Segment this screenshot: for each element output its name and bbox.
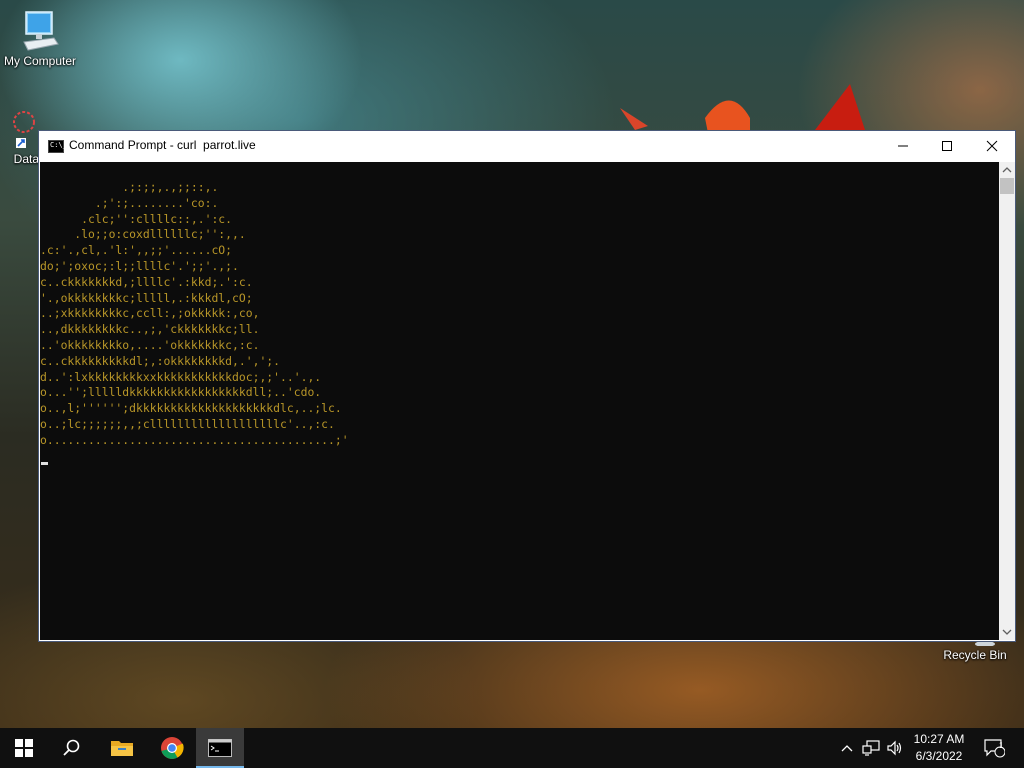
search-icon — [63, 739, 80, 756]
clock-date: 6/3/2022 — [915, 749, 963, 763]
chrome-icon — [161, 737, 184, 759]
minimize-icon — [898, 145, 908, 147]
taskbar: 10:27 AM 6/3/2022 1 — [0, 728, 1024, 768]
desktop-icon-label: My Computer — [3, 54, 77, 68]
console-output[interactable]: .;:;;,.,;;::,. .;':;........'co:. .clc;'… — [40, 162, 999, 640]
title-bar[interactable]: C:\_ Command Prompt - curl parrot.live — [39, 131, 1015, 161]
volume-icon — [887, 740, 902, 756]
cmd-icon — [208, 739, 232, 757]
windows-icon — [15, 739, 33, 757]
cmd-icon: C:\_ — [48, 140, 67, 153]
file-explorer-button[interactable] — [98, 728, 146, 768]
minimize-button[interactable] — [880, 131, 926, 161]
desktop-icon-my-computer[interactable]: My Computer — [0, 10, 80, 68]
wallpaper-flower-icon — [620, 84, 865, 133]
action-center-button[interactable]: 1 — [978, 728, 1010, 768]
command-prompt-window[interactable]: C:\_ Command Prompt - curl parrot.live .… — [38, 130, 1016, 642]
notification-count: 1 — [999, 741, 1004, 750]
command-prompt-button[interactable] — [196, 728, 244, 768]
window-title: Command Prompt - curl parrot.live — [69, 138, 256, 152]
network-tray-button[interactable] — [859, 728, 883, 768]
close-icon — [986, 140, 998, 152]
network-icon — [862, 740, 880, 756]
vertical-scrollbar[interactable] — [999, 162, 1015, 640]
scroll-down-icon[interactable] — [1002, 628, 1012, 636]
clock-time: 10:27 AM — [913, 732, 965, 746]
chrome-button[interactable] — [148, 728, 196, 768]
scroll-up-icon[interactable] — [1002, 166, 1012, 174]
maximize-button[interactable] — [924, 131, 970, 161]
folder-icon — [111, 741, 133, 756]
desktop-icon-label: Recycle Bin — [943, 648, 1007, 662]
show-hidden-icons-button[interactable] — [835, 728, 859, 768]
shortcut-icon — [13, 111, 35, 148]
close-button[interactable] — [969, 131, 1015, 161]
start-button[interactable] — [0, 728, 48, 768]
chevron-up-icon — [841, 745, 853, 752]
search-button[interactable] — [48, 728, 96, 768]
scroll-thumb[interactable] — [1000, 178, 1014, 194]
tray-clock[interactable]: 10:27 AM 6/3/2022 — [904, 731, 974, 765]
maximize-icon — [942, 141, 952, 151]
parrot-ascii-art: .;:;;,.,;;::,. .;':;........'co:. .clc;'… — [40, 180, 349, 447]
computer-icon — [23, 11, 59, 51]
text-cursor — [41, 462, 48, 465]
